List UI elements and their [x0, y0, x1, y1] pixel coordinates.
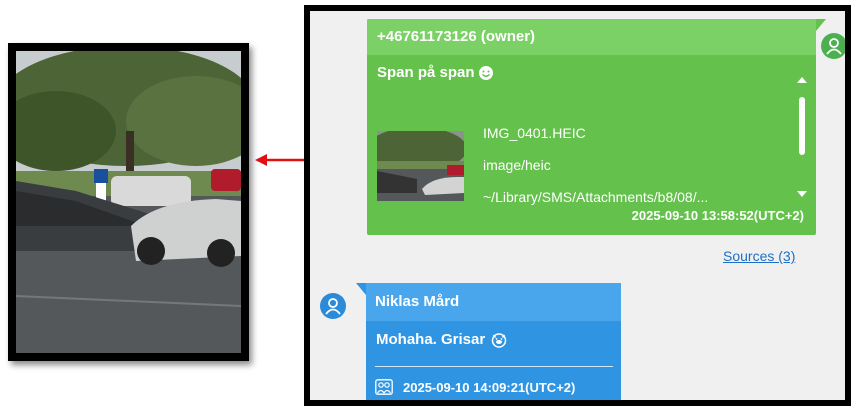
owner-sender-name: +46761173126 (owner) [367, 19, 816, 55]
niklas-message-footer: 2025-09-10 14:09:21(UTC+2) [375, 379, 575, 395]
scroll-thumb[interactable] [799, 97, 805, 155]
parking-lot-photo [16, 51, 241, 353]
pig-face-icon [491, 332, 507, 348]
attachment-mime-type: image/heic [483, 157, 551, 173]
attachment-thumbnail[interactable] [377, 131, 464, 201]
owner-message-bubble: +46761173126 (owner) Span på span IMG_04… [367, 19, 826, 235]
attachment-info: IMG_0401.HEIC image/heic ~/Library/SMS/A… [483, 117, 708, 213]
smiley-face-icon [478, 65, 493, 80]
owner-message-text: Span på span [377, 64, 475, 81]
owner-message-text-row: Span på span [377, 64, 494, 81]
user-icon [325, 298, 341, 315]
niklas-sender-name: Niklas Mård [366, 283, 621, 321]
attachment-scrollbar[interactable] [797, 77, 807, 197]
niklas-message-timestamp: 2025-09-10 14:09:21(UTC+2) [403, 379, 576, 395]
user-icon [826, 38, 842, 55]
enlarged-attachment-image [8, 43, 249, 361]
message-divider [375, 366, 613, 367]
niklas-message-text: Mohaha. Grisar [376, 331, 486, 348]
scroll-down-arrow-icon[interactable] [797, 191, 807, 197]
group-participants-icon [375, 379, 393, 395]
niklas-message-text-row: Mohaha. Grisar [376, 331, 507, 348]
owner-message-timestamp: 2025-09-10 13:58:52(UTC+2) [631, 208, 804, 223]
niklas-avatar [320, 293, 346, 319]
owner-avatar [821, 33, 845, 59]
sources-link[interactable]: Sources (3) [723, 248, 795, 264]
niklas-message-bubble: Niklas Mård Mohaha. Grisar 2025-09-10 14… [356, 283, 621, 400]
scroll-up-arrow-icon[interactable] [797, 77, 807, 83]
chat-panel: +46761173126 (owner) Span på span IMG_04… [304, 5, 851, 406]
attachment-filename: IMG_0401.HEIC [483, 125, 586, 141]
attachment-thumbnail-image [377, 131, 464, 201]
